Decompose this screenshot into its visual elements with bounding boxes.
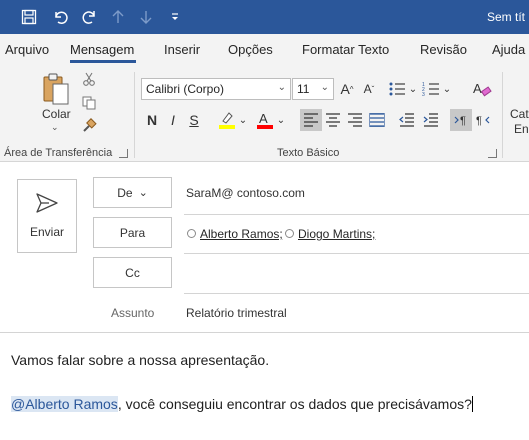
font-color-dropdown-icon[interactable]: ⌄ xyxy=(276,111,286,129)
tab-ajuda[interactable]: Ajuda xyxy=(492,42,525,57)
cut-icon[interactable] xyxy=(80,70,98,88)
next-group-label-cut-2: En xyxy=(514,122,529,136)
font-size-dropdown-icon[interactable]: ⌄ xyxy=(321,82,329,93)
font-size-combo[interactable]: 11 ⌄ xyxy=(292,78,334,100)
paste-button-label[interactable]: Colar xyxy=(42,107,71,121)
field-divider xyxy=(184,253,529,254)
send-button[interactable]: Enviar xyxy=(17,179,77,253)
format-painter-icon[interactable] xyxy=(80,117,98,135)
font-name-combo[interactable]: Calibri (Corpo) ⌄ xyxy=(141,78,291,100)
chevron-down-icon: ⌄ xyxy=(138,187,148,199)
italic-button[interactable]: I xyxy=(165,109,181,131)
font-name-value: Calibri (Corpo) xyxy=(146,82,225,96)
shrink-font-glyph: A xyxy=(363,82,372,96)
svg-text:¶: ¶ xyxy=(460,115,466,127)
clipboard-group-label: Área de Transferência xyxy=(4,147,113,159)
font-color-icon[interactable]: A xyxy=(254,109,276,131)
grow-font-button[interactable]: A ^ xyxy=(338,78,356,100)
group-divider xyxy=(134,72,135,158)
to-button[interactable]: Para xyxy=(93,217,172,248)
field-divider xyxy=(184,293,529,294)
body-line-1[interactable]: Vamos falar sobre a nossa apresentação. xyxy=(11,352,269,368)
undo-icon[interactable] xyxy=(46,0,74,34)
highlight-dropdown-icon[interactable]: ⌄ xyxy=(238,111,248,129)
basic-text-group-label: Texto Básico xyxy=(277,147,340,159)
recipient-alberto[interactable]: Alberto Ramos; xyxy=(200,227,283,241)
numbering-icon[interactable]: 123 xyxy=(420,78,442,100)
tab-formatar-texto[interactable]: Formatar Texto xyxy=(302,42,389,57)
from-button[interactable]: De ⌄ xyxy=(93,177,172,208)
underline-button[interactable]: S xyxy=(186,109,202,131)
tab-revisao[interactable]: Revisão xyxy=(420,42,467,57)
align-right-icon[interactable] xyxy=(344,109,366,131)
tab-opcoes[interactable]: Opções xyxy=(228,42,273,57)
presence-icon xyxy=(187,229,196,238)
svg-text:¶: ¶ xyxy=(476,115,482,127)
svg-text:A: A xyxy=(473,81,482,96)
cc-button[interactable]: Cc xyxy=(93,257,172,288)
bold-button[interactable]: N xyxy=(143,109,161,131)
title-bar: Sem tít xyxy=(0,0,529,34)
shrink-font-button[interactable]: Aˇ xyxy=(360,78,378,100)
bullets-icon[interactable] xyxy=(386,78,408,100)
font-name-dropdown-icon[interactable]: ⌄ xyxy=(278,82,286,93)
grow-font-glyph: A xyxy=(340,81,350,97)
basic-text-dialog-launcher-icon[interactable] xyxy=(488,149,497,158)
ltr-direction-icon[interactable]: ¶ xyxy=(450,109,472,131)
grow-font-icon: ^ xyxy=(349,84,354,94)
header-divider xyxy=(0,332,529,333)
bullets-dropdown-icon[interactable]: ⌄ xyxy=(408,80,418,98)
align-left-icon[interactable] xyxy=(300,109,322,131)
cc-label: Cc xyxy=(125,265,140,280)
body-line-2-text: , você conseguiu encontrar os dados que … xyxy=(117,396,472,412)
clear-formatting-icon[interactable]: A xyxy=(470,78,494,100)
paste-icon[interactable] xyxy=(38,70,74,108)
subject-label: Assunto xyxy=(111,306,155,320)
mention-chip[interactable]: @Alberto Ramos xyxy=(11,396,118,412)
clipboard-dialog-launcher-icon[interactable] xyxy=(119,149,128,158)
copy-icon[interactable] xyxy=(80,94,98,112)
numbering-dropdown-icon[interactable]: ⌄ xyxy=(442,80,452,98)
recipient-diogo[interactable]: Diogo Martins; xyxy=(298,227,375,241)
increase-indent-icon[interactable] xyxy=(420,109,442,131)
up-arrow-icon[interactable] xyxy=(106,0,130,34)
group-divider xyxy=(502,72,503,158)
tab-arquivo[interactable]: Arquivo xyxy=(5,42,49,57)
svg-text:A: A xyxy=(259,111,268,126)
rtl-direction-icon[interactable]: ¶ xyxy=(472,109,494,131)
tab-inserir[interactable]: Inserir xyxy=(164,42,200,57)
svg-text:3: 3 xyxy=(422,92,425,97)
body-line-2[interactable]: @Alberto Ramos, você conseguiu encontrar… xyxy=(11,396,473,412)
paste-dropdown-icon[interactable]: ⌄ xyxy=(51,122,59,133)
tab-mensagem[interactable]: Mensagem xyxy=(70,42,134,57)
align-center-icon[interactable] xyxy=(322,109,344,131)
save-icon[interactable] xyxy=(14,0,44,34)
customize-quick-access-icon[interactable] xyxy=(166,0,184,34)
redo-icon[interactable] xyxy=(76,0,104,34)
send-label: Enviar xyxy=(29,225,64,239)
presence-icon xyxy=(285,229,294,238)
next-group-label-cut: Cat xyxy=(510,107,529,121)
subject-input[interactable]: Relatório trimestral xyxy=(186,306,287,320)
window-title: Sem tít xyxy=(486,10,525,24)
from-label: De xyxy=(117,185,133,200)
decrease-indent-icon[interactable] xyxy=(396,109,418,131)
highlight-icon[interactable] xyxy=(216,109,238,131)
send-icon xyxy=(35,192,59,219)
to-label: Para xyxy=(119,225,146,240)
font-size-value: 11 xyxy=(297,82,310,96)
shrink-font-icon: ˇ xyxy=(371,84,375,94)
text-cursor xyxy=(471,396,473,412)
field-divider xyxy=(184,214,529,215)
from-value: SaraM@ contoso.com xyxy=(186,186,305,200)
down-arrow-icon[interactable] xyxy=(134,0,158,34)
active-tab-indicator xyxy=(70,60,136,63)
justify-icon[interactable] xyxy=(366,109,388,131)
